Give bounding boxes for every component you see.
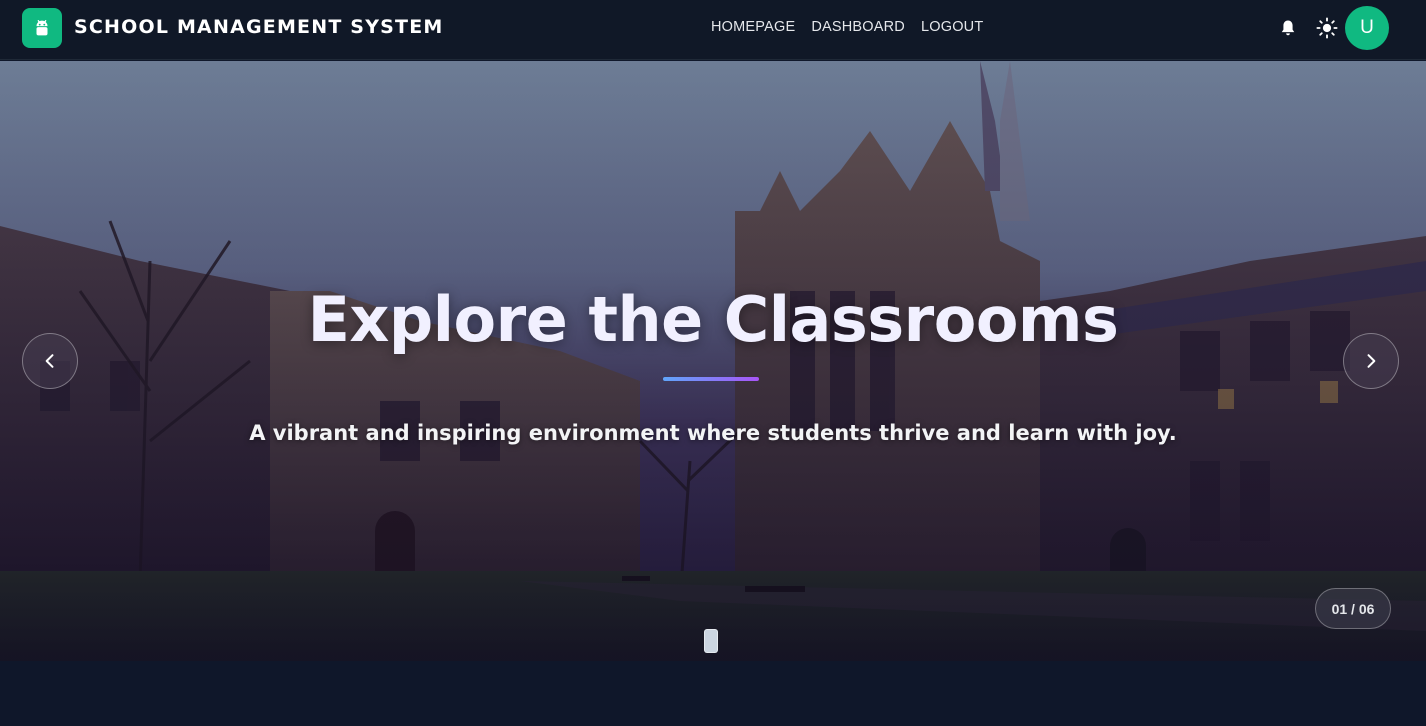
nav-dashboard[interactable]: DASHBOARD [811, 19, 905, 35]
nav-homepage[interactable]: HOMEPAGE [711, 19, 795, 35]
user-avatar[interactable]: U [1345, 6, 1389, 50]
brand-title: SCHOOL MANAGEMENT SYSTEM [74, 16, 444, 38]
bell-icon [1281, 20, 1295, 36]
hero-carousel: Explore the Classrooms A vibrant and ins… [0, 61, 1426, 661]
next-slide-button[interactable] [1343, 333, 1399, 389]
hero-title: Explore the Classrooms [307, 283, 1119, 356]
hero-subtitle: A vibrant and inspiring environment wher… [249, 421, 1177, 445]
prev-slide-button[interactable] [22, 333, 78, 389]
chevron-left-icon [45, 354, 54, 368]
slide-counter: 01 / 06 [1315, 588, 1391, 629]
theme-toggle-button[interactable] [1315, 16, 1339, 40]
chevron-right-icon [1367, 354, 1376, 368]
android-icon [36, 19, 48, 36]
main-nav: HOMEPAGE DASHBOARD LOGOUT [711, 19, 983, 35]
nav-logout[interactable]: LOGOUT [921, 19, 983, 35]
title-underline [663, 377, 759, 381]
notifications-button[interactable] [1277, 17, 1299, 39]
hero-overlay [0, 61, 1426, 661]
page-content-area [0, 661, 1426, 726]
top-navbar: SCHOOL MANAGEMENT SYSTEM HOMEPAGE DASHBO… [0, 0, 1426, 60]
logo[interactable] [22, 8, 62, 48]
sun-icon [1316, 17, 1338, 39]
slide-indicator[interactable] [704, 629, 718, 653]
